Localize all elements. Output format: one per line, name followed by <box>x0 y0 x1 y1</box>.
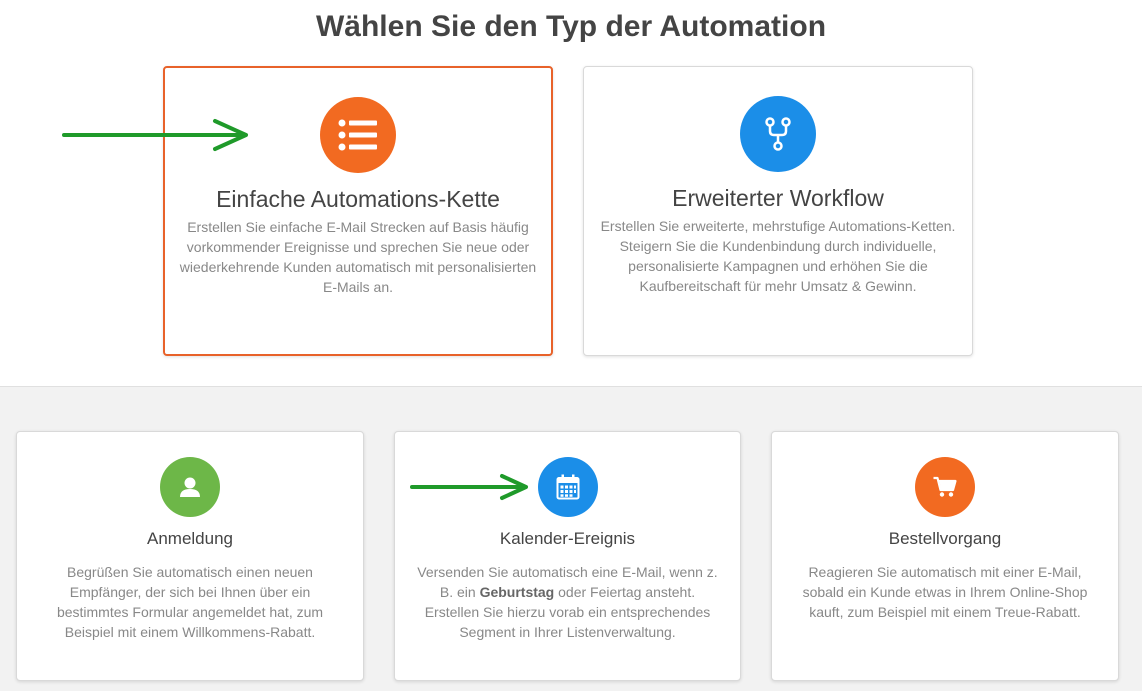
card-title: Einfache Automations-Kette <box>216 186 500 212</box>
card-registration[interactable]: Anmeldung Begrüßen Sie automatisch einen… <box>16 431 364 681</box>
card-description: Reagieren Sie automatisch mit einer E-Ma… <box>802 564 1088 620</box>
card-simple-automation-chain[interactable]: Einfache Automations-Kette Erstellen Sie… <box>163 66 553 356</box>
card-description: Erstellen Sie erweiterte, mehrstufige Au… <box>600 218 956 294</box>
card-title: Anmeldung <box>146 529 233 548</box>
card-title: Erweiterter Workflow <box>672 185 884 211</box>
branch-icon <box>740 96 816 172</box>
calendar-icon <box>537 457 598 517</box>
card-title: Kalender-Ereignis <box>499 529 636 548</box>
card-description: Erstellen Sie einfache E-Mail Strecken a… <box>179 219 537 295</box>
card-description: Versenden Sie automatisch eine E-Mail, w… <box>417 562 718 642</box>
annotation-arrow-icon <box>410 474 528 500</box>
annotation-arrow-icon <box>62 119 248 151</box>
card-title: Bestellvorgang <box>888 529 1002 548</box>
user-icon <box>160 457 220 517</box>
description-bold-text: Geburtstag <box>479 584 555 600</box>
card-advanced-workflow[interactable]: Erweiterter Workflow Erstellen Sie erwei… <box>583 66 973 356</box>
card-calendar-event[interactable]: Kalender-Ereignis Versenden Sie automati… <box>394 431 741 681</box>
card-order-process[interactable]: Bestellvorgang Reagieren Sie automatisch… <box>771 431 1119 681</box>
card-description: Begrüßen Sie automatisch einen neuen Emp… <box>56 564 324 640</box>
list-icon <box>320 97 396 173</box>
cart-icon <box>915 457 975 517</box>
page-title: Wählen Sie den Typ der Automation <box>315 10 827 43</box>
